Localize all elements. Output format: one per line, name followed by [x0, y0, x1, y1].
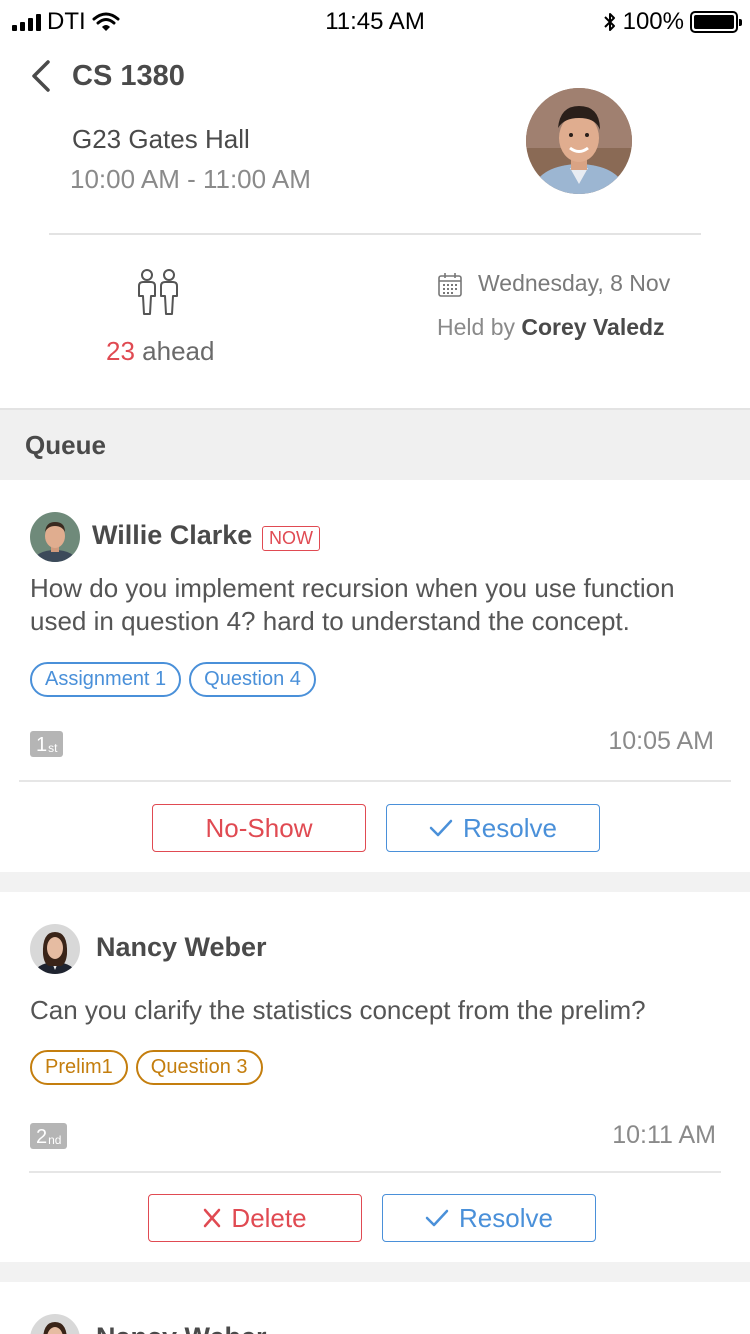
- rank-badge: 2nd: [30, 1123, 68, 1149]
- rank-number: 2: [36, 1126, 48, 1148]
- delete-label: Delete: [231, 1202, 307, 1233]
- status-bar: DTI 11:45 AM 100%: [0, 0, 750, 44]
- ta-avatar: [526, 88, 632, 194]
- tag-list: Prelim1 Question 3: [30, 1050, 263, 1085]
- battery-percent: 100%: [622, 8, 684, 35]
- tag-assignment[interactable]: Assignment 1: [30, 662, 182, 697]
- queue-title: Queue: [25, 430, 106, 460]
- student-avatar: [30, 1314, 80, 1334]
- student-name: Nancy Weber: [96, 1322, 267, 1334]
- rank-number: 1: [36, 734, 48, 756]
- ahead-count: 23 ahead: [106, 336, 214, 367]
- check-icon: [425, 1209, 449, 1227]
- tag-prelim[interactable]: Prelim1: [30, 1050, 128, 1085]
- host-name: Corey Valedz: [521, 314, 665, 340]
- resolve-label: Resolve: [463, 812, 557, 843]
- held-by: Held by Corey Valedz: [437, 314, 665, 341]
- resolve-label: Resolve: [459, 1202, 553, 1233]
- delete-button[interactable]: Delete: [148, 1194, 362, 1242]
- session-header: CS 1380 G23 Gates Hall 10:00 AM - 11:00 …: [0, 44, 750, 410]
- bluetooth-icon: [603, 13, 615, 31]
- session-location: G23 Gates Hall: [72, 124, 250, 154]
- calendar-icon: [438, 273, 462, 297]
- student-name: Nancy Weber: [96, 932, 267, 962]
- card-divider: [29, 1171, 721, 1173]
- no-show-label: No-Show: [205, 812, 313, 843]
- no-show-button[interactable]: No-Show: [152, 804, 366, 852]
- question-time: 10:05 AM: [608, 727, 714, 755]
- held-by-label: Held by: [437, 314, 522, 340]
- session-date: Wednesday, 8 Nov: [478, 270, 671, 296]
- resolve-button[interactable]: Resolve: [386, 804, 600, 852]
- now-badge: NOW: [262, 526, 320, 551]
- status-right: 100%: [603, 8, 742, 36]
- ahead-number: 23: [106, 336, 135, 366]
- ahead-label: ahead: [134, 336, 215, 366]
- course-title: CS 1380: [72, 60, 185, 92]
- session-time-range: 10:00 AM - 11:00 AM: [70, 164, 311, 194]
- rank-suffix: nd: [48, 1133, 62, 1147]
- battery-icon: [690, 11, 742, 33]
- tag-question[interactable]: Question 3: [135, 1050, 263, 1085]
- student-avatar: [30, 924, 80, 974]
- rank-badge: 1st: [30, 731, 64, 757]
- resolve-button[interactable]: Resolve: [382, 1194, 596, 1242]
- student-name: Willie Clarke: [92, 520, 253, 550]
- question-text: How do you implement recursion when you …: [30, 573, 675, 636]
- question-time: 10:11 AM: [612, 1121, 716, 1149]
- card-divider: [19, 780, 731, 782]
- queue-card: Nancy Weber: [0, 1282, 750, 1334]
- tag-list: Assignment 1 Question 4: [30, 662, 316, 697]
- rank-suffix: st: [48, 741, 58, 755]
- queue-header: Queue: [0, 410, 750, 480]
- student-avatar: [30, 512, 80, 562]
- tag-question[interactable]: Question 4: [189, 662, 316, 697]
- question-text: Can you clarify the statistics concept f…: [30, 995, 646, 1025]
- queue-card: Willie Clarke NOW How do you implement r…: [0, 480, 750, 872]
- x-icon: [204, 1208, 221, 1228]
- back-button[interactable]: [26, 56, 60, 96]
- header-divider: [49, 233, 701, 235]
- check-icon: [429, 819, 453, 837]
- queue-card: Nancy Weber Can you clarify the statisti…: [0, 892, 750, 1262]
- people-icon: [138, 269, 178, 315]
